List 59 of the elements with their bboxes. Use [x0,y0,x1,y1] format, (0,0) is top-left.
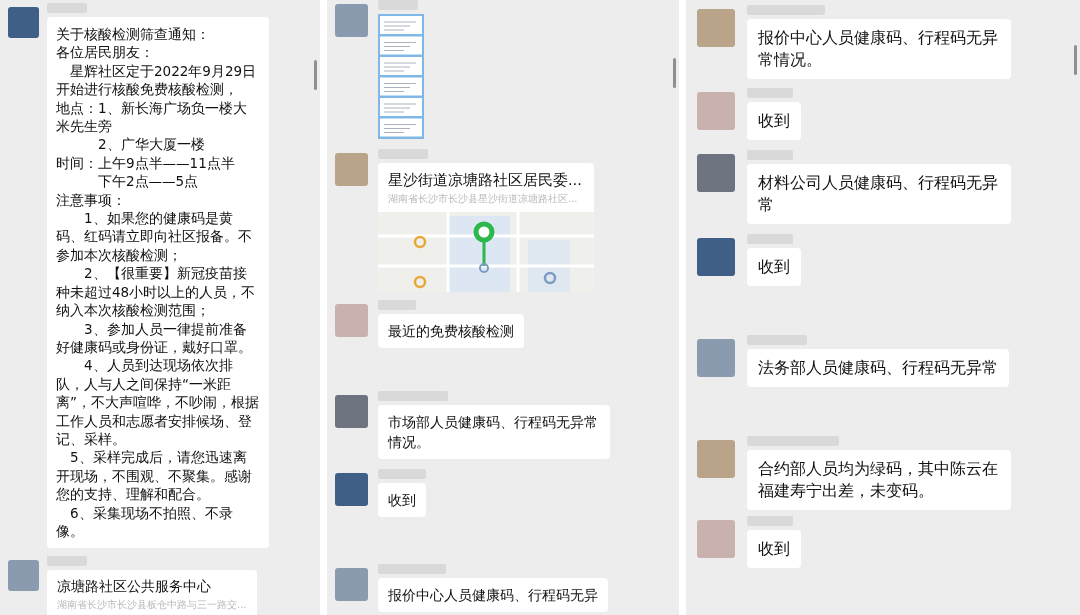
location-card[interactable]: 星沙街道凉塘路社区居民委... 湖南省长沙市长沙县星沙街道凉塘路社区... [378,163,594,292]
avatar-photo[interactable] [697,520,735,558]
avatar-photo[interactable] [8,7,39,38]
message-text: 2、【很重要】新冠疫苗接种未超过48小时以上的人员，不纳入本次核酸检测范围； [56,264,257,320]
message-text: 收到 [758,256,790,278]
message-bubble[interactable]: 收到 [747,530,801,568]
message-text: 报价中心人员健康码、行程码无异 [388,586,598,605]
message-bubble[interactable]: 报价中心人员健康码、行程码无异常情况。 [747,19,1011,79]
scrollbar[interactable] [314,60,317,90]
avatar-photo[interactable] [697,339,735,377]
message-bubble[interactable]: 最近的免费核酸检测 [378,314,524,348]
message-text: 地点：1、新长海广场负一楼大米先生旁 [56,98,248,136]
message-text: 关于核酸检测筛查通知： [56,25,211,44]
avatar-photo[interactable] [335,395,368,428]
message-bubble[interactable]: 收到 [747,248,801,286]
message-text: 最近的免费核酸检测 [388,322,514,341]
message-text: 下午2点——5点 [97,172,200,191]
message-text: 注意事项： [56,190,127,210]
message-text: 时间：上午9点半——11点半 [56,153,236,173]
message-text: 6、采集现场不拍照、不录像。 [56,503,234,541]
message-bubble[interactable]: 收到 [378,483,426,517]
message-bubble[interactable]: 法务部人员健康码、行程码无异常 [747,349,1009,387]
avatar-photo[interactable] [335,568,368,601]
message-bubble[interactable]: 材料公司人员健康码、行程码无异常 [747,164,1011,224]
message-text: 合约部人员均为绿码，其中陈云在福建寿宁出差，未变码。 [758,458,999,502]
document-thumbnail[interactable] [378,14,424,139]
location-title: 星沙街道凉塘路社区居民委... [387,171,583,190]
avatar-photo[interactable] [697,154,735,192]
message-text: 星辉社区定于2022年9月29日开始进行核酸免费核酸检测， [56,61,258,99]
avatar-photo[interactable] [335,4,368,37]
message-text: 3、参加人员一律提前准备好健康码或身份证，戴好口罩。 [56,319,253,357]
avatar-photo[interactable] [697,9,735,47]
avatar-photo[interactable] [697,238,735,276]
message-text: 收到 [388,491,416,510]
message-text: 各位居民朋友： [56,43,155,62]
message-text: 5、采样完成后，请您迅速离开现场，不围观、不聚集。感谢您的支持、理解和配合。 [56,448,253,504]
location-address: 湖南省长沙市长沙县星沙街道凉塘路社区... [387,192,579,206]
message-text: 市场部人员健康码、行程码无异常情况。 [388,413,599,452]
message-text: 收到 [758,110,790,132]
scrollbar[interactable] [1074,45,1077,75]
avatar-photo[interactable] [697,440,735,478]
message-bubble[interactable]: 报价中心人员健康码、行程码无异 [378,578,608,612]
scrollbar[interactable] [673,58,676,88]
avatar-photo[interactable] [335,304,368,337]
message-text: 报价中心人员健康码、行程码无异常情况。 [758,27,999,71]
avatar-photo[interactable] [8,560,39,592]
message-bubble[interactable]: 市场部人员健康码、行程码无异常情况。 [378,405,610,459]
message-text: 2、广华大厦一楼 [97,135,206,154]
message-text: 1、如果您的健康码是黄码、红码请立即向社区报备。不参加本次核酸检测； [56,209,253,265]
location-title: 凉塘路社区公共服务中心 [56,577,212,597]
message-text: 材料公司人员健康码、行程码无异常 [758,172,999,216]
message-text: 法务部人员健康码、行程码无异常 [758,357,998,379]
message-bubble[interactable]: 合约部人员均为绿码，其中陈云在福建寿宁出差，未变码。 [747,450,1011,510]
message-text: 收到 [758,538,790,560]
message-text: 4、人员到达现场依次排队，人与人之间保持“一米距离”，不大声喧哗，不吵闹，根据工作人员和志愿者安排候场、登记、采样。 [56,356,260,449]
message-bubble[interactable]: 收到 [747,102,801,140]
avatar-photo[interactable] [697,92,735,130]
avatar-photo[interactable] [335,473,368,506]
avatar-photo[interactable] [335,153,368,186]
